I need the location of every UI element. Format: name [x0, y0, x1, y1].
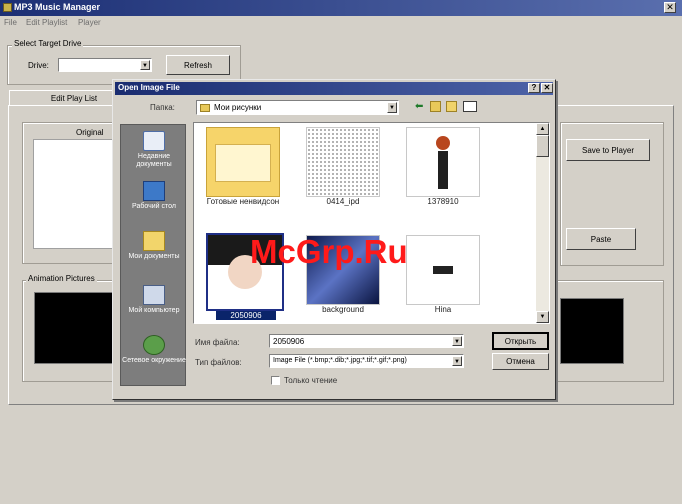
filetype-value: Image File (*.bmp;*.dib;*.jpg;*.tif;*.gi… [273, 357, 407, 364]
chevron-up-icon[interactable]: ▲ [536, 123, 549, 135]
file-name: background [322, 305, 364, 314]
my-documents-icon [143, 231, 165, 251]
drive-label: Drive: [28, 61, 49, 70]
main-window: MP3 Music Manager ✕ File Edit Playlist P… [0, 0, 682, 504]
back-arrow-icon[interactable]: ⬅ [415, 102, 425, 112]
readonly-label: Только чтение [284, 376, 338, 385]
dialog-title-bar: Open Image File ? ✕ [115, 82, 553, 95]
chevron-down-icon[interactable]: ▼ [452, 336, 462, 346]
view-menu-icon[interactable] [463, 101, 477, 112]
my-computer-icon [143, 285, 165, 305]
place-recent-documents[interactable]: Недавние документы [121, 131, 187, 169]
folder-label: Папка: [150, 103, 175, 112]
chevron-down-icon[interactable]: ▼ [387, 102, 397, 113]
folder-thumbnail [206, 127, 280, 197]
filename-label: Имя файла: [195, 338, 240, 347]
file-item-document[interactable]: 0414_ipd [298, 127, 388, 206]
filetype-select[interactable]: Image File (*.bmp;*.dib;*.jpg;*.tif;*.gi… [269, 354, 464, 368]
file-list-scrollbar[interactable]: ▲ ▼ [536, 123, 549, 323]
network-places-icon [143, 335, 165, 355]
menu-file[interactable]: File [4, 18, 17, 27]
file-name: Hina [434, 305, 452, 314]
file-name: 2050906 [216, 311, 276, 320]
document-thumbnail [306, 127, 380, 197]
file-name: Готовые ненвидсон [206, 197, 280, 206]
filename-value: 2050906 [273, 337, 305, 346]
up-folder-icon[interactable] [430, 101, 441, 112]
drive-select[interactable]: ▼ [58, 58, 152, 72]
animation-frame-1[interactable] [34, 292, 120, 364]
window-title: MP3 Music Manager [14, 2, 101, 12]
places-bar: Недавние документы Рабочий стол Мои доку… [120, 124, 186, 386]
readonly-checkbox[interactable] [271, 376, 280, 385]
original-preview [33, 139, 115, 249]
animation-pictures-legend: Animation Pictures [26, 274, 97, 283]
file-name: 0414_ipd [326, 197, 360, 206]
original-label: Original [76, 128, 104, 137]
filetype-label: Тип файлов: [195, 358, 242, 367]
place-desktop[interactable]: Рабочий стол [121, 181, 187, 211]
filename-input[interactable]: 2050906 ▼ [269, 334, 464, 348]
file-item-figure[interactable]: 1378910 [398, 127, 488, 206]
chevron-down-icon[interactable]: ▼ [536, 311, 549, 323]
folder-select[interactable]: Мои рисунки ▼ [196, 100, 399, 115]
menu-bar: File Edit Playlist Player [0, 16, 682, 30]
file-list[interactable]: Готовые ненвидсон 0414_ipd 1378910 20509… [193, 122, 550, 324]
desktop-icon [143, 181, 165, 201]
open-button[interactable]: Открыть [492, 332, 549, 350]
menu-player[interactable]: Player [78, 18, 101, 27]
chevron-down-icon[interactable]: ▼ [140, 60, 150, 70]
folder-value: Мои рисунки [214, 103, 262, 112]
dialog-close-button[interactable]: ✕ [541, 83, 553, 93]
refresh-button[interactable]: Refresh [166, 55, 230, 75]
paste-button[interactable]: Paste [566, 228, 636, 250]
place-network[interactable]: Сетевое окружение [121, 335, 187, 365]
menu-edit-playlist[interactable]: Edit Playlist [26, 18, 67, 27]
save-to-player-button[interactable]: Save to Player [566, 139, 650, 161]
figure-thumbnail [406, 127, 480, 197]
close-button[interactable]: ✕ [664, 2, 676, 13]
dialog-title: Open Image File [118, 83, 180, 92]
file-item-folder[interactable]: Готовые ненвидсон [198, 127, 288, 206]
watermark-text: McGrp.Ru [250, 233, 408, 270]
target-drive-legend: Select Target Drive [12, 39, 84, 48]
chevron-down-icon[interactable]: ▼ [452, 356, 462, 366]
help-button[interactable]: ? [528, 83, 540, 93]
place-my-computer[interactable]: Мой компьютер [121, 285, 187, 315]
new-folder-icon[interactable] [446, 101, 457, 112]
scroll-thumb[interactable] [536, 135, 549, 157]
folder-icon [200, 104, 210, 112]
animation-frame-last[interactable] [560, 298, 624, 364]
title-bar: MP3 Music Manager ✕ [0, 0, 682, 16]
file-name: 1378910 [427, 197, 459, 206]
cancel-button[interactable]: Отмена [492, 353, 549, 370]
recent-documents-icon [143, 131, 165, 151]
place-my-documents[interactable]: Мои документы [121, 231, 187, 261]
file-item-logo[interactable]: Hina [398, 235, 488, 314]
app-icon [3, 3, 12, 12]
logo-thumbnail [406, 235, 480, 305]
